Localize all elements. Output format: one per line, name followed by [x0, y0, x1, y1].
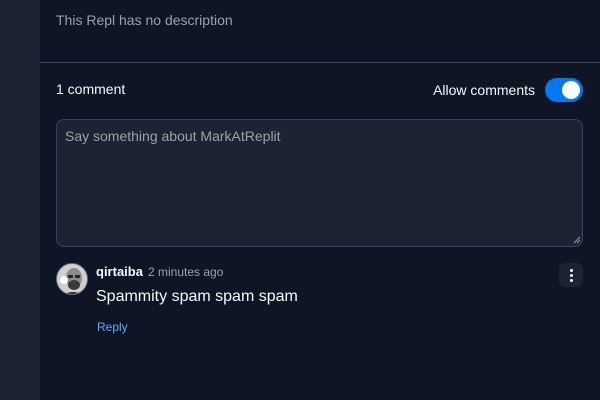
toggle-knob	[562, 81, 580, 99]
resize-handle-icon[interactable]	[573, 236, 581, 244]
comment-text: Spammity spam spam spam	[96, 288, 298, 305]
reply-link[interactable]: Reply	[97, 320, 128, 334]
section-divider	[40, 62, 600, 63]
avatar[interactable]	[56, 263, 88, 295]
left-sidebar	[0, 0, 40, 400]
comment-options-button[interactable]	[559, 263, 583, 287]
comment-count: 1 comment	[56, 81, 126, 97]
comment-input[interactable]	[56, 119, 583, 247]
comment-timestamp: 2 minutes ago	[148, 265, 224, 279]
repl-description: This Repl has no description	[56, 12, 233, 28]
comment-item: qirtaiba 2 minutes ago Spammity spam spa…	[56, 262, 583, 342]
allow-comments-label: Allow comments	[433, 82, 535, 98]
user-avatar-icon	[57, 264, 87, 294]
comment-username[interactable]: qirtaiba	[96, 264, 143, 279]
allow-comments-toggle[interactable]	[545, 78, 583, 102]
more-vertical-icon	[569, 268, 573, 272]
repl-details-panel: This Repl has no description 1 comment A…	[40, 0, 600, 400]
allow-comments-control: Allow comments	[433, 78, 583, 102]
